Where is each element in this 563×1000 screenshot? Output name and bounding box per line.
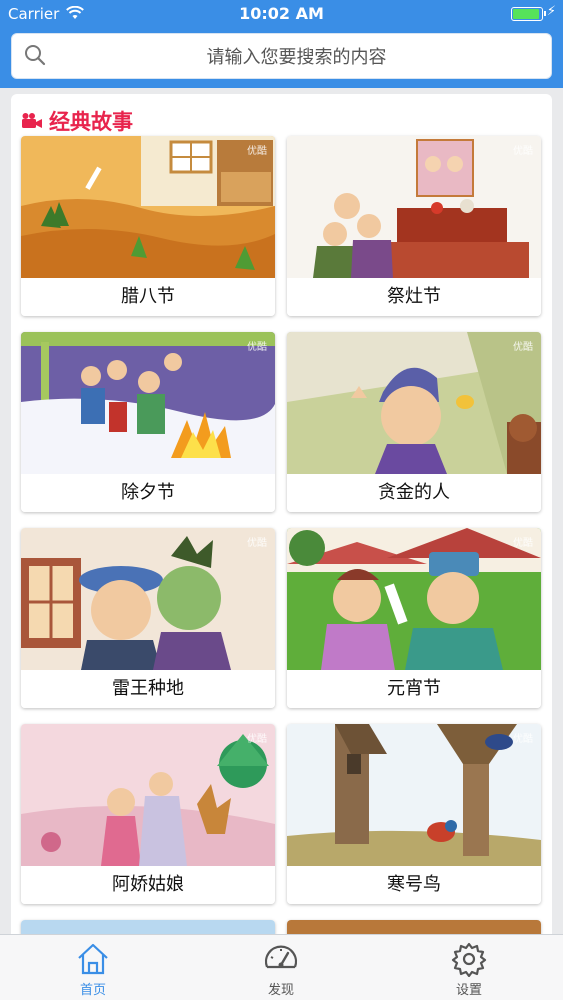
story-card[interactable]: 优酷 雷王种地 <box>21 528 275 708</box>
story-card[interactable] <box>287 920 541 934</box>
story-card[interactable]: 优酷 除夕节 <box>21 332 275 512</box>
watermark-icon: 优酷 <box>513 342 533 353</box>
tab-home[interactable]: 首页 <box>33 935 153 1000</box>
home-icon <box>78 943 108 975</box>
watermark-icon: 优酷 <box>247 146 267 157</box>
battery-level-fill <box>513 9 539 19</box>
story-thumbnail <box>287 528 541 670</box>
watermark-icon: 优酷 <box>513 146 533 157</box>
search-input[interactable] <box>52 42 541 72</box>
section-header: 经典故事 <box>21 106 133 136</box>
story-title: 除夕节 <box>21 474 275 512</box>
story-card[interactable] <box>21 920 275 934</box>
speedometer-icon <box>264 945 298 969</box>
story-card[interactable]: 优酷 腊八节 <box>21 136 275 316</box>
story-thumbnail <box>21 724 275 866</box>
tab-discover[interactable]: 发现 <box>221 935 341 1000</box>
story-title: 祭灶节 <box>287 278 541 316</box>
story-card[interactable]: 优酷 贪金的人 <box>287 332 541 512</box>
watermark-icon: 优酷 <box>247 342 267 353</box>
status-bar: Carrier 10:02 AM ⚡ <box>0 0 563 28</box>
watermark-icon: 优酷 <box>513 734 533 745</box>
story-thumbnail <box>21 528 275 670</box>
tab-bar: 首页 发现 设置 <box>0 934 563 1000</box>
charging-icon: ⚡ <box>546 4 556 19</box>
story-thumbnail <box>287 332 541 474</box>
tab-label: 设置 <box>455 983 482 998</box>
story-card[interactable]: 优酷 寒号鸟 <box>287 724 541 904</box>
story-title: 阿娇姑娘 <box>21 866 275 904</box>
story-thumbnail <box>287 920 541 934</box>
story-thumbnail <box>21 920 275 934</box>
tab-label: 发现 <box>267 983 294 998</box>
main-content[interactable]: 经典故事 优酷 腊八节 优酷 祭灶节 优酷 除夕节 优酷 贪金的人 优酷 雷王种… <box>0 88 563 934</box>
story-title: 雷王种地 <box>21 670 275 708</box>
tab-label: 首页 <box>79 983 106 998</box>
story-thumbnail <box>287 724 541 866</box>
story-title: 元宵节 <box>287 670 541 708</box>
video-camera-icon <box>22 113 42 128</box>
gear-icon <box>451 942 487 977</box>
tab-settings[interactable]: 设置 <box>409 935 529 1000</box>
story-title: 寒号鸟 <box>287 866 541 904</box>
status-time: 10:02 AM <box>239 4 324 23</box>
story-thumbnail <box>287 136 541 278</box>
story-card[interactable]: 优酷 祭灶节 <box>287 136 541 316</box>
search-bar[interactable] <box>11 33 552 79</box>
stories-panel: 经典故事 优酷 腊八节 优酷 祭灶节 优酷 除夕节 优酷 贪金的人 优酷 雷王种… <box>11 94 552 934</box>
search-icon <box>25 45 46 66</box>
story-card[interactable]: 优酷 阿娇姑娘 <box>21 724 275 904</box>
story-title: 腊八节 <box>21 278 275 316</box>
watermark-icon: 优酷 <box>247 538 267 549</box>
story-card[interactable]: 优酷 元宵节 <box>287 528 541 708</box>
section-title: 经典故事 <box>49 110 133 134</box>
battery-icon <box>511 7 546 21</box>
story-title: 贪金的人 <box>287 474 541 512</box>
watermark-icon: 优酷 <box>513 538 533 549</box>
story-thumbnail <box>21 332 275 474</box>
story-thumbnail <box>21 136 275 278</box>
watermark-icon: 优酷 <box>247 734 267 745</box>
